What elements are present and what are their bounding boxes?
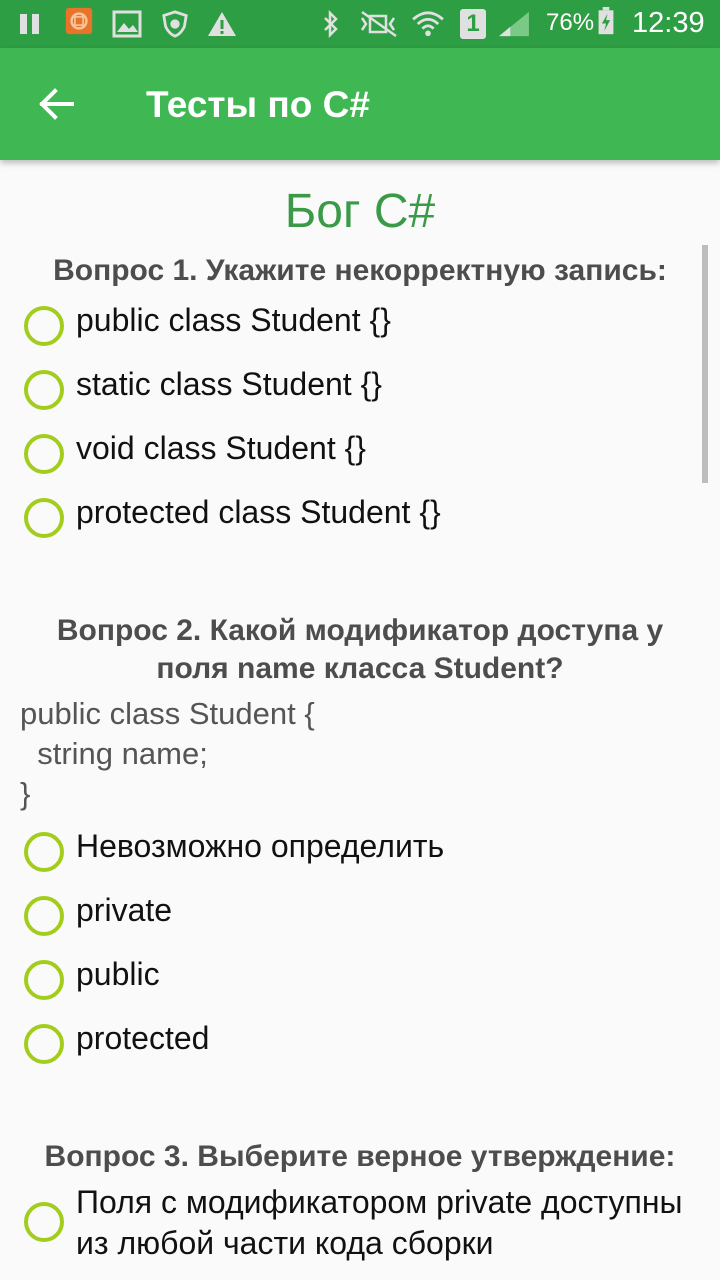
bluetooth-icon (324, 10, 338, 38)
code-line: string name; (20, 736, 208, 771)
image-icon (112, 10, 142, 38)
question-1-title: Вопрос 1. Укажите некорректную запись: (53, 254, 667, 287)
question-2-option-4[interactable]: protected (20, 1012, 710, 1072)
code-line: } (20, 776, 31, 811)
scrollbar[interactable] (702, 245, 708, 483)
radio-button[interactable] (24, 434, 64, 474)
question-3-title: Вопрос 3. Выберите верное утверждение: (44, 1140, 676, 1173)
signal-icon (499, 11, 529, 37)
battery-percent: 76% (546, 9, 595, 36)
option-label: private (76, 892, 173, 928)
radio-button[interactable] (24, 498, 64, 538)
wifi-icon (412, 11, 444, 37)
toolbar-title: Тесты по C# (146, 84, 370, 125)
option-label: void class Student {} (76, 430, 366, 466)
code-line: public class Student { (20, 696, 315, 731)
app-notification-icon (65, 7, 93, 35)
arrow-back-icon (39, 88, 74, 120)
radio-button[interactable] (24, 1024, 64, 1064)
sim-indicator: 1 (460, 9, 486, 39)
radio-button[interactable] (24, 896, 64, 936)
quiz-content: Бог C# Вопрос 1. Укажите некорректную за… (0, 160, 720, 1280)
back-button[interactable] (16, 68, 96, 140)
question-2-title-line-2: поля name класса Student? (156, 652, 564, 685)
pause-icon (20, 14, 39, 34)
question-1-option-2[interactable]: static class Student {} (20, 358, 710, 418)
option-label: Поля с модификатором private доступны из… (76, 1184, 683, 1261)
clock: 12:39 (632, 7, 705, 39)
question-2-option-1[interactable]: Невозможно определить (20, 820, 710, 880)
sim-number: 1 (466, 10, 480, 37)
question-2-option-2[interactable]: private (20, 884, 710, 944)
shield-icon (162, 10, 188, 38)
question-1-option-3[interactable]: void class Student {} (20, 422, 710, 482)
app-toolbar: Тесты по C# (0, 48, 720, 160)
option-label: protected class Student {} (76, 494, 441, 530)
radio-button[interactable] (24, 370, 64, 410)
question-2-option-3[interactable]: public (20, 948, 710, 1008)
status-bar: 1 76% 12:39 (0, 0, 720, 48)
option-label: protected (76, 1020, 210, 1056)
radio-button[interactable] (24, 1202, 64, 1242)
radio-button[interactable] (24, 832, 64, 872)
battery-charging-icon (598, 7, 614, 35)
question-2-title-line-1: Вопрос 2. Какой модификатор доступа у (56, 614, 664, 647)
option-label: static class Student {} (76, 366, 382, 402)
option-label: public class Student {} (76, 302, 391, 338)
question-3-option-1[interactable]: Поля с модификатором private доступны из… (20, 1182, 710, 1272)
question-1-option-1[interactable]: public class Student {} (20, 294, 710, 354)
test-title: Бог C# (284, 185, 436, 238)
option-label: public (76, 956, 160, 992)
radio-button[interactable] (24, 306, 64, 346)
question-1-option-4[interactable]: protected class Student {} (20, 486, 710, 546)
radio-button[interactable] (24, 960, 64, 1000)
warning-icon (208, 12, 236, 36)
mute-icon (360, 10, 397, 38)
option-label: Невозможно определить (76, 828, 445, 864)
